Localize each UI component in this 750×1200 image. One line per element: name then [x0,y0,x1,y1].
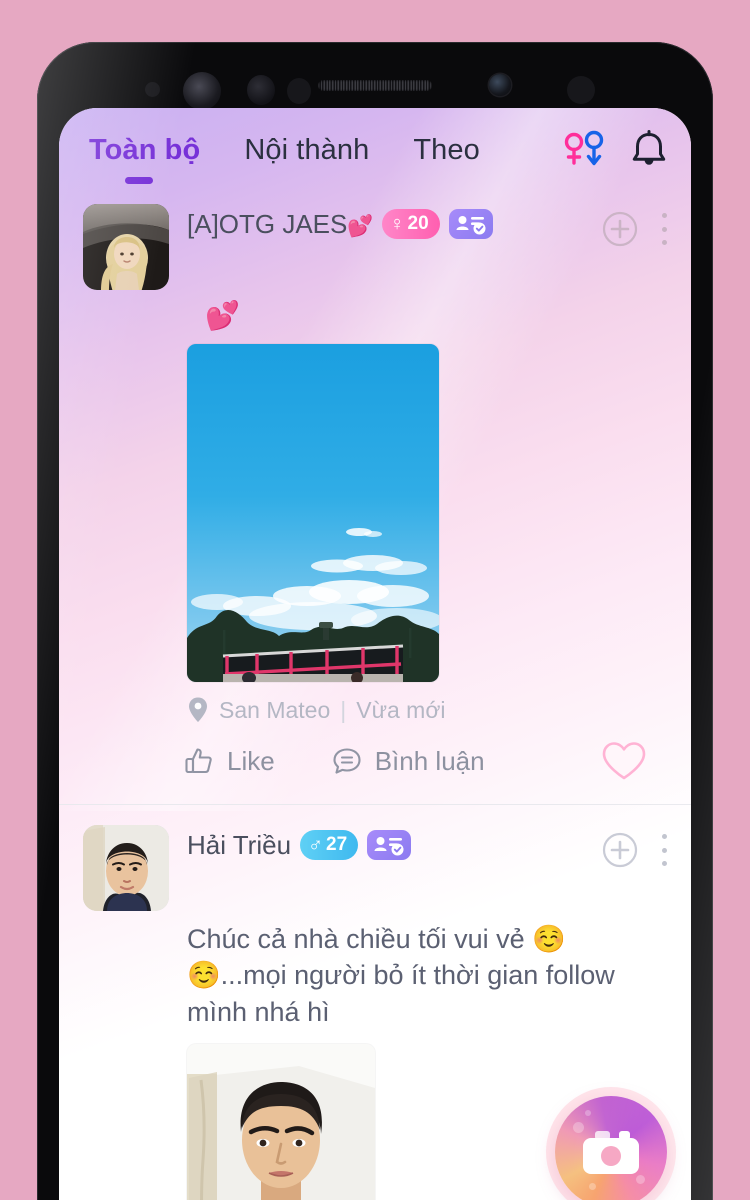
earpiece-speaker [318,80,432,91]
post-actions: Like Bình luận [83,724,669,804]
post-header-main: [A]OTG JAES💕 ♀ 20 [169,204,601,244]
dot [661,834,667,839]
avatar[interactable] [83,825,169,911]
more-vertical-icon[interactable] [659,831,669,869]
bokeh-dot [585,1110,591,1116]
dot [661,226,667,232]
author-row: Hải Triều ♂ 27 [187,825,601,865]
post-location: San Mateo [219,696,331,723]
status-badge-value: 27 [326,834,348,855]
more-vertical-icon[interactable] [659,210,669,248]
author-row: [A]OTG JAES💕 ♀ 20 [187,204,601,244]
verified-profile-icon [367,830,412,860]
tab-noi-thanh[interactable]: Nội thành [244,134,369,167]
iris-scanner [183,72,221,110]
author-name-text: [A]OTG JAES [187,208,348,239]
comment-bubble-icon [333,748,361,774]
post-header: [A]OTG JAES💕 ♀ 20 [83,204,669,290]
dot [661,847,667,853]
verified-profile-glyph [456,216,486,235]
comment-label: Bình luận [374,745,485,776]
dot [661,861,667,866]
post-image-selfie[interactable] [187,1044,375,1200]
post-timestamp: Vừa mới [356,696,446,723]
post-header-main: Hải Triều ♂ 27 [169,825,601,865]
tab-noi-thanh-label: Nội thành [244,133,370,166]
post-image-sky[interactable] [187,344,439,682]
post-feed[interactable]: [A]OTG JAES💕 ♀ 20 💕 San Mateo | Vừa mới … [59,192,691,1200]
post-item: [A]OTG JAES💕 ♀ 20 💕 San Mateo | Vừa mới … [59,192,691,804]
author-name[interactable]: Hải Triều [187,830,291,861]
status-badge: ♀ 20 [381,209,440,239]
dot [661,213,667,218]
active-tab-underline [125,176,153,184]
post-header-actions [601,825,669,869]
tab-toan-bo-label: Toàn bộ [89,133,201,166]
phone-device-frame: Toàn bộ Nội thành Theo [A]OTG JAES💕 ♀ 20… [37,42,713,1200]
tab-theo-label: Theo [413,133,480,166]
post-header-actions [601,204,669,248]
avatar-image-2 [83,825,169,911]
post-body-text: Chúc cả nhà chiều tối vui vẻ ☺️☺️...mọi … [187,924,615,1027]
location-pin-icon [189,697,207,722]
comment-button[interactable]: Bình luận [331,745,485,777]
tab-theo[interactable]: Theo [413,134,480,167]
heart-outline-icon[interactable] [601,740,647,782]
plus-circle-icon[interactable] [601,831,639,869]
front-camera-lens [489,74,511,96]
light-sensor [247,75,275,105]
avatar[interactable] [83,204,169,290]
camera-icon [583,1131,639,1174]
post-body-text: 💕 [205,300,240,331]
author-name[interactable]: [A]OTG JAES💕 [187,208,374,240]
phone-screen: Toàn bộ Nội thành Theo [A]OTG JAES💕 ♀ 20… [59,108,691,1200]
thumbs-up-icon [185,748,212,774]
author-name-emoji: 💕 [347,214,373,238]
tab-toan-bo[interactable]: Toàn bộ [89,133,201,184]
bokeh-dot [589,1183,596,1190]
male-symbol-icon: ♂ [308,834,324,856]
post-meta: San Mateo | Vừa mới [83,682,669,724]
verified-profile-glyph [374,837,404,856]
meta-separator: | [340,696,347,723]
aux-sensor [567,76,595,104]
proximity-sensor [145,82,160,97]
verified-profile-icon [448,209,493,239]
post-header: Hải Triều ♂ 27 [83,825,669,911]
status-badge: ♂ 27 [300,830,359,860]
plus-circle-icon[interactable] [601,210,639,248]
secondary-sensor [287,78,311,104]
status-badge-value: 20 [407,213,429,234]
like-button[interactable]: Like [183,745,275,777]
like-label: Like [227,745,275,776]
social-feed-app: Toàn bộ Nội thành Theo [A]OTG JAES💕 ♀ 20… [59,108,691,1200]
bell-icon[interactable] [629,129,669,171]
dot [661,240,667,245]
gender-filter-icon[interactable] [563,130,609,170]
post-media[interactable] [83,330,669,682]
top-tab-bar: Toàn bộ Nội thành Theo [59,108,691,192]
female-symbol-icon: ♀ [389,213,405,235]
camera-fab-button[interactable] [555,1096,667,1200]
avatar-image-1 [83,204,169,290]
